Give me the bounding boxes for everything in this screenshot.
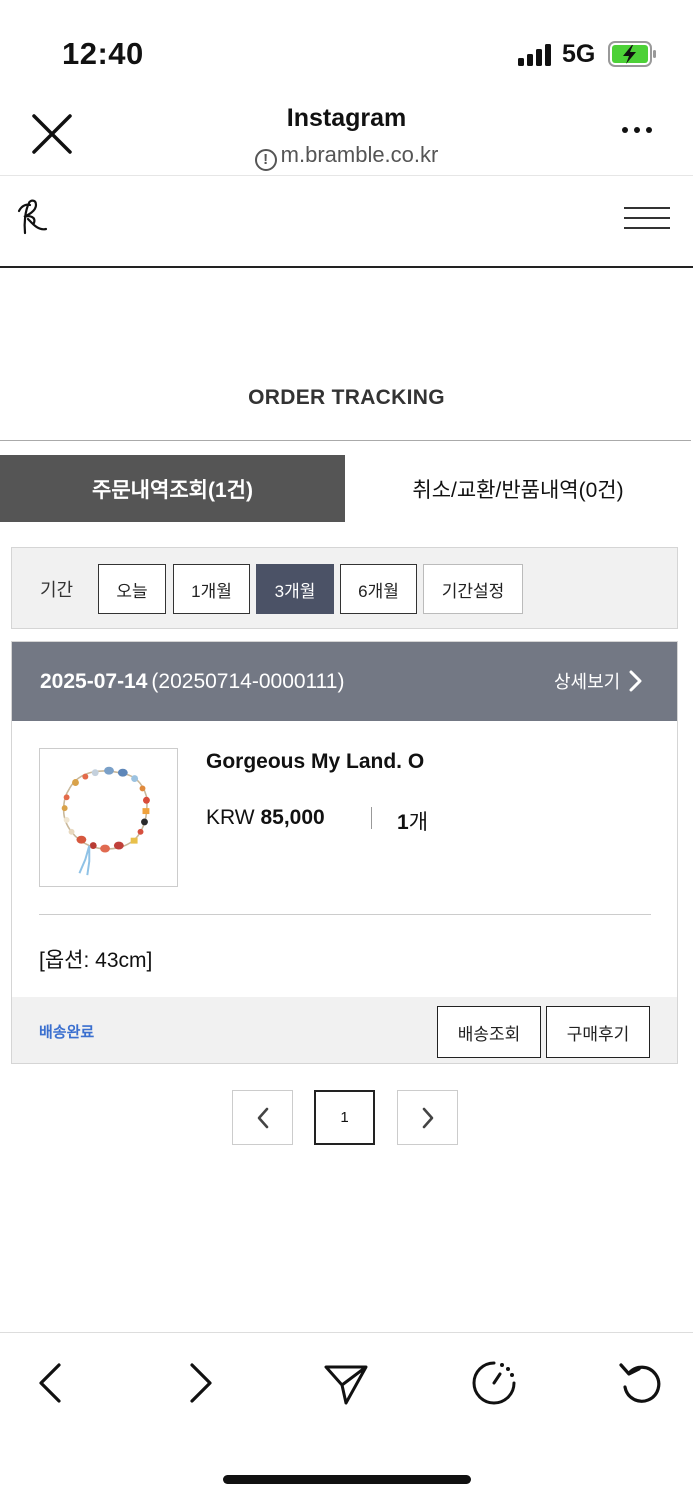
tab-cancel-exchange-return[interactable]: 취소/교환/반품내역(0건) — [345, 455, 691, 522]
price-value: 85,000 — [260, 806, 325, 829]
period-filter: 기간 오늘 1개월 3개월 6개월 기간설정 — [11, 547, 678, 629]
order-detail-label: 상세보기 — [554, 672, 621, 692]
order-date: 2025-07-14 — [40, 670, 148, 693]
status-time: 12:40 — [62, 36, 144, 71]
history-timer-icon[interactable] — [470, 1359, 518, 1407]
tab-order-history[interactable]: 주문내역조회(1건) — [0, 455, 345, 522]
divider — [0, 440, 691, 441]
period-custom-button[interactable]: 기간설정 — [423, 564, 523, 614]
more-options-icon[interactable] — [622, 120, 662, 140]
pagination-page-1[interactable]: 1 — [314, 1090, 375, 1145]
forward-icon[interactable] — [176, 1359, 224, 1407]
chevron-left-icon — [257, 1107, 268, 1128]
shipping-status: 배송완료 — [39, 1024, 95, 1041]
product-thumbnail[interactable] — [39, 748, 178, 887]
browser-title: Instagram — [286, 104, 407, 132]
order-number: (20250714-0000111) — [151, 670, 345, 693]
product-name[interactable]: Gorgeous My Land. O — [206, 750, 424, 774]
product-quantity: 1개 — [397, 806, 428, 836]
period-1month-button[interactable]: 1개월 — [173, 564, 250, 614]
product-option: [옵션: 43cm] — [39, 949, 153, 972]
period-6month-button[interactable]: 6개월 — [340, 564, 417, 614]
hamburger-menu-icon[interactable] — [624, 207, 670, 233]
chevron-right-icon — [629, 670, 642, 692]
info-icon: ! — [254, 149, 277, 171]
period-3month-button[interactable]: 3개월 — [256, 564, 334, 614]
period-today-button[interactable]: 오늘 — [98, 564, 166, 614]
browser-header: Instagram ! m.bramble.co.kr — [0, 100, 693, 176]
period-label: 기간 — [40, 580, 74, 600]
pagination-prev-button[interactable] — [232, 1090, 293, 1145]
share-send-icon[interactable] — [322, 1359, 370, 1407]
product-price: KRW 85,000 — [206, 806, 325, 830]
page-title: ORDER TRACKING — [248, 386, 445, 409]
order-detail-link[interactable]: 상세보기 — [554, 668, 642, 694]
order-card: 2025-07-14 (20250714-0000111) 상세보기 Gorgeo… — [11, 641, 678, 1064]
reload-icon[interactable] — [617, 1359, 665, 1407]
order-date-line: 2025-07-14 (20250714-0000111) — [40, 670, 344, 694]
signal-icon — [518, 44, 551, 66]
divider — [39, 914, 651, 915]
chevron-right-icon — [422, 1107, 433, 1128]
url-text: m.bramble.co.kr — [280, 142, 439, 167]
quantity-unit: 개 — [408, 811, 429, 834]
back-icon[interactable] — [27, 1359, 75, 1407]
write-review-button[interactable]: 구매후기 — [546, 1006, 650, 1058]
battery-charging-icon — [608, 41, 656, 67]
brand-logo-icon[interactable] — [16, 197, 50, 241]
quantity-value: 1 — [397, 811, 409, 834]
home-indicator — [223, 1475, 471, 1484]
order-footer: 배송완료 배송조회 구매후기 — [12, 997, 677, 1063]
track-shipment-button[interactable]: 배송조회 — [437, 1006, 541, 1058]
pagination-next-button[interactable] — [397, 1090, 458, 1145]
price-currency: KRW — [206, 806, 255, 829]
browser-toolbar — [0, 1332, 693, 1500]
network-type: 5G — [562, 40, 596, 68]
divider — [371, 807, 372, 829]
browser-url[interactable]: ! m.bramble.co.kr — [0, 142, 693, 171]
status-bar: 12:40 5G — [0, 0, 693, 100]
order-header: 2025-07-14 (20250714-0000111) 상세보기 — [12, 642, 677, 721]
site-header — [0, 177, 693, 268]
